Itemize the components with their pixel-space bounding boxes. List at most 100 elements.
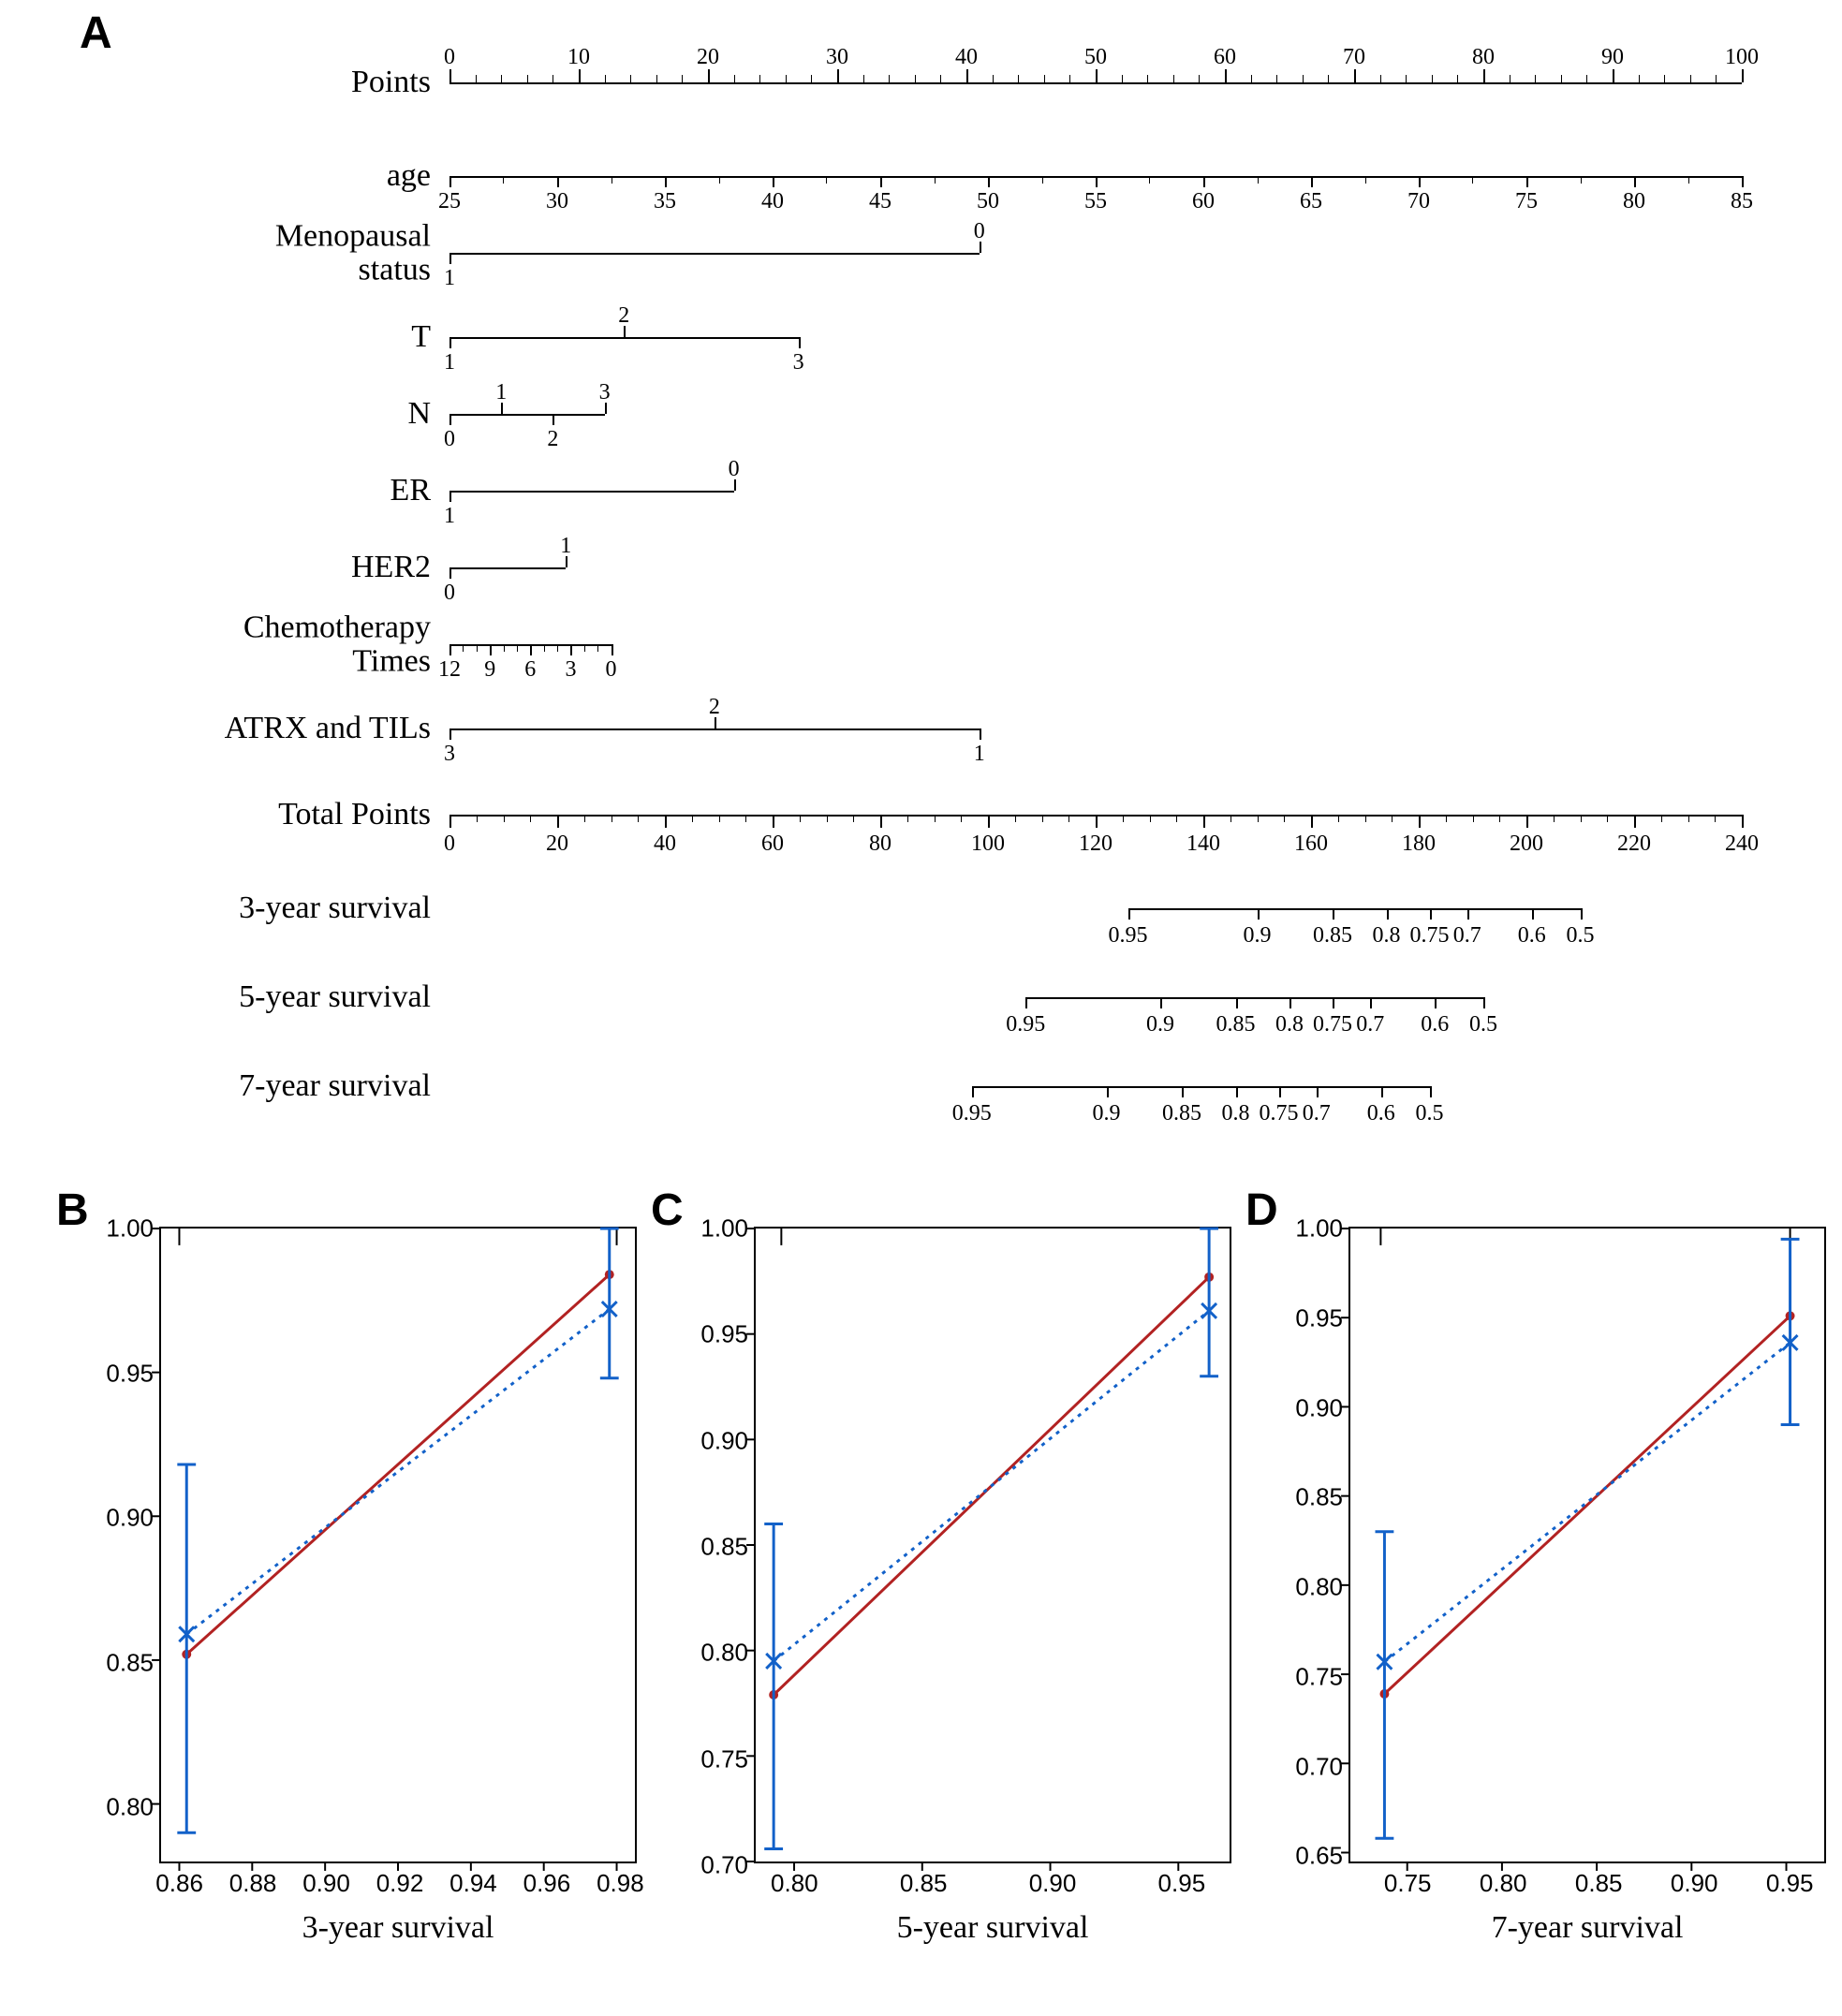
surv-tick: 0.75 <box>1260 1101 1299 1126</box>
surv-tick: 0.6 <box>1367 1101 1395 1126</box>
xtick: 0.90 <box>302 1861 350 1898</box>
nomo-label-age: age <box>387 159 431 193</box>
ytick: 0.90 <box>1295 1393 1350 1422</box>
nomo-tick-ER: 0 <box>729 457 740 482</box>
nomo-label-ER: ER <box>391 474 431 508</box>
points-tick: 30 <box>826 45 848 70</box>
xtick: 0.92 <box>376 1861 424 1898</box>
points-tick: 90 <box>1601 45 1624 70</box>
xtick: 0.86 <box>155 1861 203 1898</box>
ytick: 0.95 <box>1295 1303 1350 1332</box>
surv-tick: 0.95 <box>1006 1012 1045 1037</box>
ytick: 0.75 <box>1295 1662 1350 1691</box>
nomo-tick-chemo: 0 <box>606 657 617 683</box>
nomo-tick-age: 65 <box>1300 189 1322 214</box>
surv-tick: 0.9 <box>1244 923 1272 949</box>
total-points-tick: 240 <box>1725 831 1759 857</box>
nomo-tick-menopausal: 1 <box>444 266 455 291</box>
ytick: 0.85 <box>106 1648 161 1677</box>
xtick: 0.96 <box>523 1861 571 1898</box>
points-tick: 0 <box>444 45 455 70</box>
surv-tick: 0.5 <box>1416 1101 1444 1126</box>
surv-tick: 0.5 <box>1567 923 1595 949</box>
total-points-tick: 160 <box>1294 831 1328 857</box>
nomo-tick-T: 2 <box>618 303 629 329</box>
nomo-label-HER2: HER2 <box>351 551 431 584</box>
nomo-label-atrx: ATRX and TILs <box>225 712 431 745</box>
ytick: 1.00 <box>700 1214 756 1243</box>
nomo-tick-age: 70 <box>1407 189 1430 214</box>
nomo-label-surv: 7-year survival <box>239 1069 431 1103</box>
xtick: 0.80 <box>771 1861 818 1898</box>
xtick: 0.95 <box>1158 1861 1206 1898</box>
xtick: 0.85 <box>900 1861 948 1898</box>
plot-area: 0.750.800.850.900.950.650.700.750.800.85… <box>1348 1227 1826 1863</box>
nomo-tick-chemo: 6 <box>524 657 536 683</box>
nomo-tick-age: 25 <box>438 189 461 214</box>
nomo-label-menopausal: Menopausal status <box>275 219 431 286</box>
ytick: 0.65 <box>1295 1842 1350 1871</box>
ytick: 0.90 <box>700 1426 756 1455</box>
surv-tick: 0.8 <box>1222 1101 1250 1126</box>
surv-tick: 0.8 <box>1275 1012 1304 1037</box>
total-points-tick: 140 <box>1186 831 1220 857</box>
surv-tick: 0.95 <box>952 1101 992 1126</box>
calibration-plot-d: 0.750.800.850.900.950.650.700.750.800.85… <box>1274 1208 1842 1938</box>
ytick: 1.00 <box>106 1214 161 1243</box>
xlabel: 7-year survival <box>1348 1910 1826 1946</box>
nomo-tick-HER2: 0 <box>444 581 455 606</box>
nomo-label-surv: 5-year survival <box>239 980 431 1014</box>
points-tick: 50 <box>1084 45 1107 70</box>
surv-tick: 0.85 <box>1313 923 1352 949</box>
surv-tick: 0.6 <box>1518 923 1546 949</box>
points-tick: 70 <box>1343 45 1365 70</box>
points-tick: 80 <box>1472 45 1495 70</box>
nomo-label-chemo: Chemotherapy Times <box>243 611 431 677</box>
ytick: 0.85 <box>700 1533 756 1562</box>
nomo-tick-age: 80 <box>1623 189 1645 214</box>
xtick: 0.94 <box>449 1861 497 1898</box>
xtick: 0.95 <box>1766 1861 1814 1898</box>
xlabel: 5-year survival <box>754 1910 1231 1946</box>
surv-tick: 0.85 <box>1216 1012 1256 1037</box>
points-tick: 20 <box>697 45 719 70</box>
nomo-tick-age: 60 <box>1192 189 1215 214</box>
nomogram-panel: Points0102030405060708090100age253035404… <box>150 28 1798 1180</box>
calibration-plot-b: 0.860.880.900.920.940.960.980.800.850.90… <box>84 1208 656 1938</box>
nomo-tick-N: 0 <box>444 427 455 452</box>
xtick: 0.80 <box>1480 1861 1527 1898</box>
ytick: 1.00 <box>1295 1214 1350 1243</box>
surv-tick: 0.7 <box>1453 923 1481 949</box>
surv-tick: 0.9 <box>1146 1012 1174 1037</box>
total-points-tick: 20 <box>546 831 568 857</box>
xtick: 0.85 <box>1575 1861 1623 1898</box>
nomo-label-T: T <box>411 320 431 354</box>
nomo-tick-chemo: 9 <box>484 657 495 683</box>
xlabel: 3-year survival <box>159 1910 637 1946</box>
ytick: 0.80 <box>106 1793 161 1822</box>
nomo-label-surv: 3-year survival <box>239 891 431 925</box>
nomo-tick-atrx: 2 <box>709 695 720 720</box>
nomo-tick-age: 40 <box>761 189 784 214</box>
total-points-tick: 60 <box>761 831 784 857</box>
nomo-tick-age: 75 <box>1515 189 1538 214</box>
surv-tick: 0.9 <box>1093 1101 1121 1126</box>
ytick: 0.75 <box>700 1744 756 1773</box>
surv-tick: 0.95 <box>1109 923 1148 949</box>
nomo-tick-T: 3 <box>793 350 804 375</box>
nomo-tick-menopausal: 0 <box>974 219 985 244</box>
nomo-tick-T: 1 <box>444 350 455 375</box>
total-points-tick: 200 <box>1510 831 1543 857</box>
total-points-tick: 180 <box>1402 831 1436 857</box>
nomo-tick-age: 30 <box>546 189 568 214</box>
xtick: 0.90 <box>1671 1861 1718 1898</box>
nomo-tick-age: 85 <box>1731 189 1753 214</box>
nomo-tick-atrx: 3 <box>444 742 455 767</box>
nomo-tick-chemo: 3 <box>565 657 576 683</box>
nomo-tick-age: 55 <box>1084 189 1107 214</box>
nomo-tick-HER2: 1 <box>560 534 571 559</box>
total-points-tick: 0 <box>444 831 455 857</box>
nomo-tick-atrx: 1 <box>974 742 985 767</box>
surv-tick: 0.75 <box>1313 1012 1352 1037</box>
nomo-tick-age: 35 <box>654 189 676 214</box>
